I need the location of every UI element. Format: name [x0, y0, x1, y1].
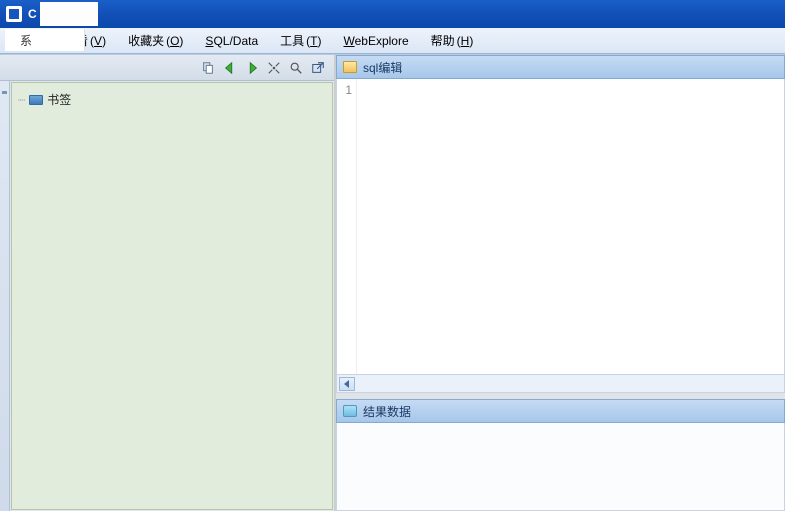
collapsed-sidebar-strip[interactable]	[0, 81, 10, 511]
menu-label: SQL/Data	[205, 34, 258, 48]
editor-horizontal-scrollbar[interactable]	[336, 375, 785, 393]
results-grid[interactable]	[336, 423, 785, 511]
external-icon[interactable]	[310, 60, 326, 76]
menu-tools[interactable]: 工具 (T)	[276, 30, 325, 51]
window-titlebar: C L	[0, 0, 785, 28]
copy-icon[interactable]	[200, 60, 216, 76]
editor-header-label: sql编辑	[363, 59, 402, 76]
strip-handle-icon	[2, 91, 7, 94]
menu-label: 工具	[280, 32, 304, 49]
tree-line-icon: ┈	[18, 93, 25, 107]
right-panel: sql编辑 1 结果数据	[336, 55, 785, 511]
line-number: 1	[337, 83, 352, 97]
menu-webexplore[interactable]: WebExplore	[340, 32, 413, 50]
menu-label: 收藏夹	[128, 32, 164, 49]
tree-toolbar	[0, 55, 334, 81]
menu-mnemonic: (T)	[306, 34, 321, 48]
menu-occlusion	[5, 29, 85, 51]
menu-mnemonic: (O)	[166, 34, 183, 48]
results-header: 结果数据	[336, 399, 785, 423]
results-pane: 结果数据	[336, 399, 785, 511]
workspace: ┈ 书签 sql编辑 1 结果数据	[0, 54, 785, 511]
folder-icon	[343, 61, 357, 73]
menu-favorites[interactable]: 收藏夹 (O)	[124, 30, 187, 51]
menu-label: WebExplore	[344, 34, 409, 48]
app-icon	[6, 6, 22, 22]
menu-label: 帮助	[431, 32, 455, 49]
menu-mnemonic: (V)	[90, 34, 106, 48]
snap-icon[interactable]	[266, 60, 282, 76]
bookmark-icon	[29, 95, 43, 105]
object-tree[interactable]: ┈ 书签	[11, 82, 333, 510]
data-icon	[343, 405, 357, 417]
arrow-left-icon[interactable]	[222, 60, 238, 76]
arrow-right-icon[interactable]	[244, 60, 260, 76]
menu-fragment: 系	[20, 32, 32, 49]
editor-gutter: 1	[337, 79, 357, 374]
editor-header: sql编辑	[336, 55, 785, 79]
menu-mnemonic: (H)	[457, 34, 474, 48]
menu-help[interactable]: 帮助 (H)	[427, 30, 478, 51]
scroll-left-icon[interactable]	[339, 377, 355, 391]
tree-node-label: 书签	[47, 91, 71, 108]
magnifier-icon[interactable]	[288, 60, 304, 76]
left-panel: ┈ 书签	[0, 55, 336, 511]
title-occlusion	[40, 2, 98, 26]
menu-bar: 辑 (E) 查看 (V) 收藏夹 (O) SQL/Data 工具 (T) Web…	[0, 28, 785, 54]
editor-text-area[interactable]	[357, 79, 784, 374]
sql-editor[interactable]: 1	[336, 79, 785, 375]
tree-bookmarks-node[interactable]: ┈ 书签	[18, 91, 326, 108]
menu-sqldata[interactable]: SQL/Data	[201, 32, 262, 50]
results-header-label: 结果数据	[363, 403, 411, 420]
